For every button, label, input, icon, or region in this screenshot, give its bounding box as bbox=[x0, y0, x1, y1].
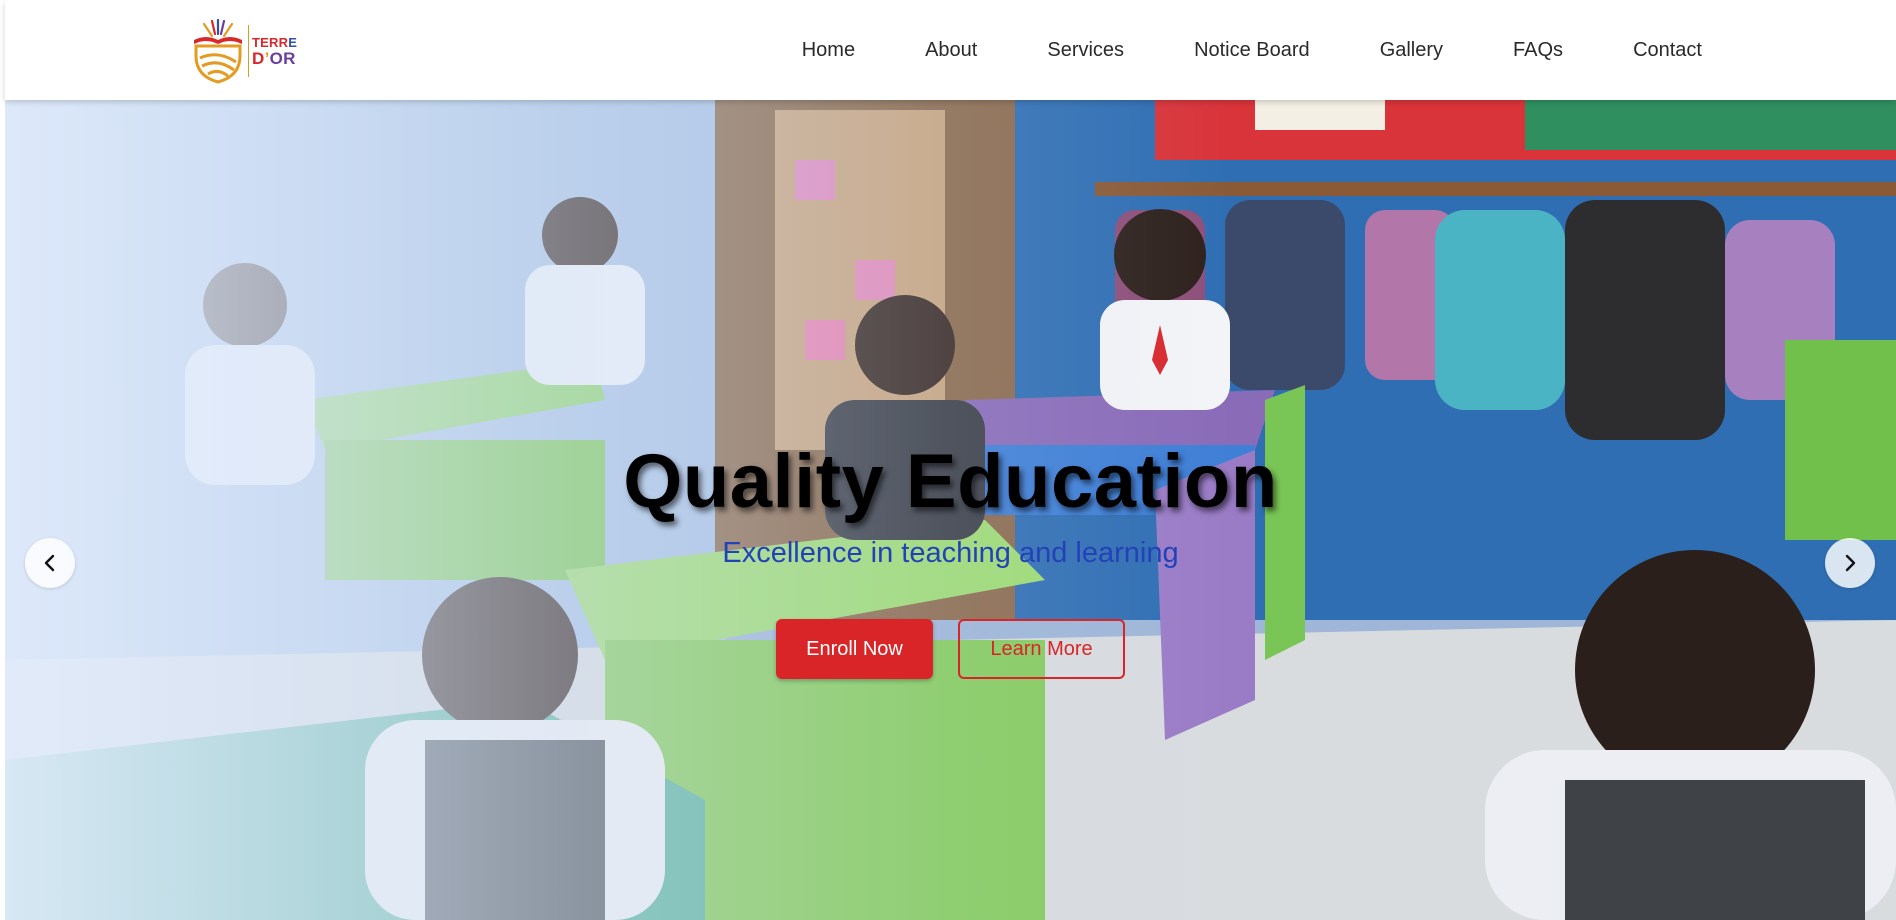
chevron-left-icon bbox=[44, 554, 55, 572]
chevron-right-icon bbox=[1845, 554, 1856, 572]
logo[interactable]: TERRE D’OR bbox=[190, 18, 310, 84]
logo-divider bbox=[248, 25, 249, 77]
enroll-now-button[interactable]: Enroll Now bbox=[776, 619, 933, 679]
main-nav: Home About Services Notice Board Gallery… bbox=[802, 0, 1702, 100]
logo-line-2: D’OR bbox=[252, 48, 296, 68]
navbar: TERRE D’OR Home About Services Notice Bo… bbox=[5, 0, 1896, 100]
slider-prev-button[interactable] bbox=[25, 538, 75, 588]
nav-link-faqs[interactable]: FAQs bbox=[1513, 39, 1563, 62]
hero-subtitle: Excellence in teaching and learning bbox=[722, 537, 1179, 569]
logo-line-1: TERRE bbox=[252, 34, 298, 50]
nav-link-contact[interactable]: Contact bbox=[1633, 39, 1702, 62]
nav-link-gallery[interactable]: Gallery bbox=[1380, 39, 1443, 62]
logo-wordmark: TERRE D’OR bbox=[252, 36, 297, 67]
nav-link-services[interactable]: Services bbox=[1047, 39, 1124, 62]
page: TERRE D’OR Home About Services Notice Bo… bbox=[0, 0, 1896, 920]
slider-next-button[interactable] bbox=[1825, 538, 1875, 588]
hero-title: Quality Education bbox=[623, 439, 1278, 524]
nav-link-about[interactable]: About bbox=[925, 39, 977, 62]
logo-emblem-icon bbox=[194, 18, 242, 84]
hero-cta-group: Enroll Now Learn More bbox=[776, 619, 1125, 679]
hero-slider: Quality Education Excellence in teaching… bbox=[5, 100, 1896, 920]
nav-link-notice-board[interactable]: Notice Board bbox=[1194, 39, 1310, 62]
learn-more-button[interactable]: Learn More bbox=[958, 619, 1125, 679]
nav-link-home[interactable]: Home bbox=[802, 39, 855, 62]
